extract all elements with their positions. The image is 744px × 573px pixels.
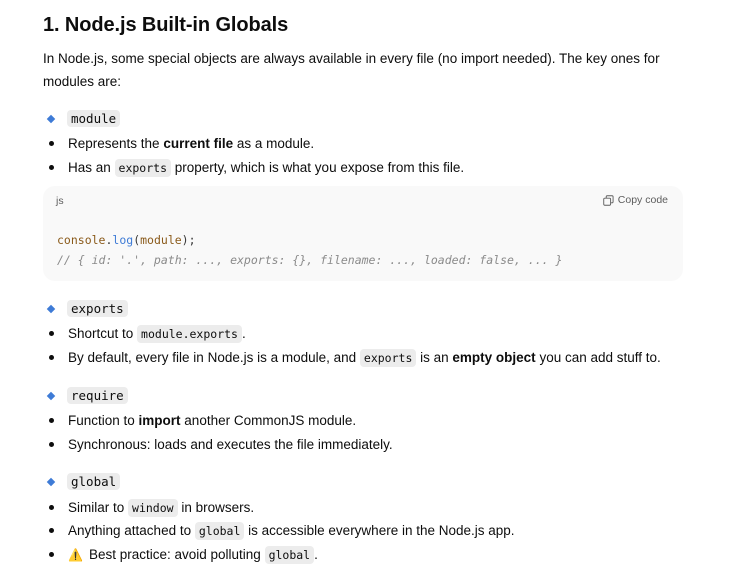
list-item-text: Function to import another CommonJS modu… <box>68 413 357 428</box>
list-item-text: Similar to window in browsers. <box>68 499 255 517</box>
chat-response: 1. Node.js Built-in Globals In Node.js, … <box>0 0 744 573</box>
section-heading: 1. Node.js Built-in Globals <box>43 14 289 36</box>
list-item: Function to import another CommonJS modu… <box>49 413 356 428</box>
list-item-text: Shortcut to module.exports. <box>68 325 246 343</box>
code-language-label: js <box>56 195 64 207</box>
list-item: Similar to window in browsers. <box>49 499 255 517</box>
list-item: Shortcut to module.exports. <box>49 325 246 343</box>
list-item-text: Anything attached to global is accessibl… <box>68 522 515 540</box>
module-label: module <box>67 110 121 127</box>
code-content: console.log(module); // { id: '.', path:… <box>57 233 563 267</box>
inline-code: exports <box>359 349 417 367</box>
code-block: js Copy code console.log(module); // { i… <box>43 186 683 281</box>
bullet-dot-icon <box>49 505 54 510</box>
copy-code-button[interactable]: Copy code <box>603 194 668 206</box>
list-item-text: Represents the current file as a module. <box>68 136 315 151</box>
bullet-dot-icon <box>49 165 54 170</box>
list-item: Synchronous: loads and executes the file… <box>49 437 393 452</box>
bullet-dot-icon <box>49 331 54 336</box>
list-item: Represents the current file as a module. <box>49 136 314 151</box>
list-item: Has an exports property, which is what y… <box>49 159 465 177</box>
bullet-dot-icon <box>49 141 54 146</box>
list-item-text: ⚠️ Best practice: avoid polluting global. <box>68 546 318 564</box>
exports-label: exports <box>67 300 128 317</box>
list-item: ⚠️ Best practice: avoid polluting global. <box>49 546 318 564</box>
exports-heading: exports <box>46 300 128 317</box>
copy-icon <box>603 194 614 206</box>
list-item-text: By default, every file in Node.js is a m… <box>68 349 661 367</box>
inline-code: global <box>194 522 245 540</box>
bullet-dot-icon <box>49 355 54 360</box>
code-comment: // { id: '.', path: ..., exports: {}, fi… <box>57 253 563 267</box>
bullet-dot-icon <box>49 418 54 423</box>
diamond-bullet-icon <box>46 477 56 486</box>
warning-icon: ⚠️ <box>68 548 83 562</box>
list-item: By default, every file in Node.js is a m… <box>49 349 661 367</box>
inline-code: global <box>264 546 315 564</box>
list-item-text: Synchronous: loads and executes the file… <box>68 437 393 452</box>
global-label: global <box>67 473 121 490</box>
require-heading: require <box>46 387 128 404</box>
diamond-bullet-icon <box>46 114 56 123</box>
module-heading: module <box>46 110 121 127</box>
diamond-bullet-icon <box>46 304 56 313</box>
intro-paragraph: In Node.js, some special objects are alw… <box>43 51 660 89</box>
bullet-dot-icon <box>49 552 54 557</box>
list-item: Anything attached to global is accessibl… <box>49 522 515 540</box>
inline-code: exports <box>114 159 171 177</box>
bullet-dot-icon <box>49 442 54 447</box>
inline-code: module.exports <box>137 325 242 343</box>
global-heading: global <box>46 473 121 490</box>
copy-code-label: Copy code <box>617 194 668 206</box>
diamond-bullet-icon <box>46 391 56 400</box>
inline-code: window <box>128 499 178 517</box>
require-label: require <box>67 387 128 404</box>
list-item-text: Has an exports property, which is what y… <box>68 159 465 177</box>
bullet-dot-icon <box>49 528 54 533</box>
